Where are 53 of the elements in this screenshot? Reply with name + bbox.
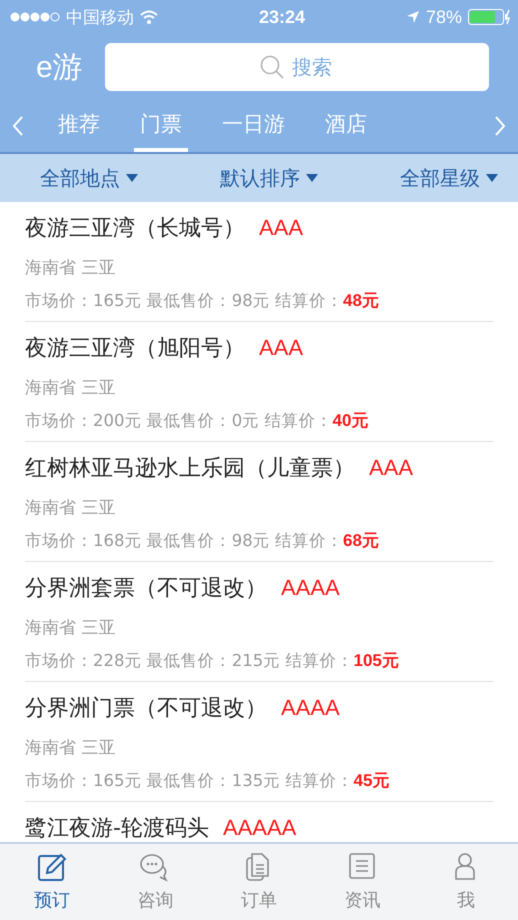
filter-dropdown[interactable]: 全部星级 bbox=[400, 164, 498, 192]
caret-icon bbox=[126, 174, 138, 182]
location-text: 海南省 三亚 bbox=[25, 737, 116, 759]
settlement-price: 40元 bbox=[332, 410, 368, 432]
app-logo: e游 bbox=[36, 50, 83, 86]
wifi-icon bbox=[140, 10, 158, 24]
attraction-name[interactable]: 夜游三亚湾（旭阳号） bbox=[25, 333, 245, 363]
settlement-price: 48元 bbox=[342, 290, 379, 312]
attraction-name[interactable]: 鹭江夜游-轮渡码头 bbox=[25, 813, 209, 843]
settlement-price: 68元 bbox=[342, 530, 379, 552]
grade-label: AAA bbox=[259, 215, 304, 241]
carrier-name: 中国移动 bbox=[66, 6, 134, 28]
attraction-name[interactable]: 分界洲门票（不可退改） bbox=[25, 693, 267, 723]
location-arrow-icon bbox=[406, 10, 420, 24]
tab-bar-item[interactable]: 资讯 bbox=[328, 852, 398, 912]
grade-label: AAA bbox=[259, 335, 304, 361]
search-icon bbox=[258, 54, 285, 80]
tab-bar-item[interactable]: 咨询 bbox=[120, 852, 190, 912]
chat-icon bbox=[140, 852, 170, 882]
attraction-name[interactable]: 红树林亚马逊水上乐园（儿童票） bbox=[25, 453, 355, 483]
filter-dropdown[interactable]: 全部地点 bbox=[40, 164, 138, 192]
price-text: 市场价：228元 最低售价：215元 结算价： bbox=[25, 650, 354, 672]
grade-label: AAAAA bbox=[222, 815, 296, 841]
location-text: 海南省 三亚 bbox=[25, 377, 116, 399]
tab-bar-item[interactable]: 我 bbox=[431, 852, 502, 912]
location-text: 海南省 三亚 bbox=[25, 617, 116, 639]
location-text: 海南省 三亚 bbox=[25, 497, 116, 519]
grade-label: AAAA bbox=[281, 575, 340, 601]
grade-label: AAA bbox=[369, 455, 414, 481]
search-field[interactable]: 搜索 bbox=[104, 43, 489, 91]
chevron-right-icon[interactable] bbox=[494, 116, 506, 136]
settlement-price: 105元 bbox=[353, 650, 399, 672]
grade-label: AAAA bbox=[281, 695, 340, 721]
chevron-left-icon[interactable] bbox=[12, 116, 24, 136]
filter-dropdown[interactable]: 默认排序 bbox=[220, 164, 318, 192]
price-text: 市场价：200元 最低售价：0元 结算价： bbox=[25, 410, 332, 432]
caret-icon bbox=[486, 174, 498, 182]
tab-bar-item[interactable]: 预订 bbox=[16, 852, 87, 912]
settlement-price: 45元 bbox=[353, 770, 390, 792]
edit-icon bbox=[36, 852, 67, 882]
location-text: 海南省 三亚 bbox=[25, 257, 116, 279]
signal-icon bbox=[10, 12, 60, 22]
battery-percent: 78% bbox=[426, 6, 462, 28]
clock-time: 23:24 bbox=[258, 6, 305, 28]
attraction-name[interactable]: 夜游三亚湾（长城号） bbox=[25, 213, 245, 243]
battery-icon bbox=[468, 9, 510, 25]
tab-bar-item[interactable]: 订单 bbox=[224, 852, 294, 912]
price-text: 市场价：165元 最低售价：98元 结算价： bbox=[25, 290, 343, 312]
caret-icon bbox=[306, 174, 318, 182]
price-text: 市场价：165元 最低售价：135元 结算价： bbox=[25, 770, 354, 792]
list-icon bbox=[348, 852, 378, 882]
attraction-name[interactable]: 分界洲套票（不可退改） bbox=[25, 573, 267, 603]
price-text: 市场价：168元 最低售价：98元 结算价： bbox=[25, 530, 343, 552]
